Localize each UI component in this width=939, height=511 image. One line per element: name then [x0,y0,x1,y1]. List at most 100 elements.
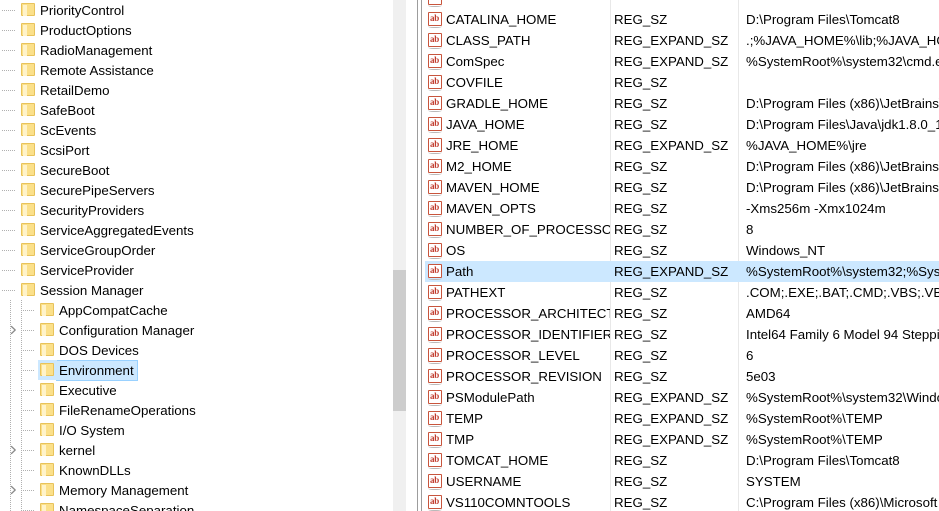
folder-icon [19,220,38,240]
tree-scrollbar-thumb[interactable] [393,270,406,411]
tree-connector-vline-top [21,380,22,390]
tree-item-securepipeservers[interactable]: SecurePipeServers [0,180,393,200]
tree-item-serviceaggregatedevents[interactable]: ServiceAggregatedEvents [0,220,393,240]
tree-connector-vline-top [21,480,22,490]
registry-editor-window: PriorityControl ProductOptions RadioManage… [0,0,939,511]
value-name-cell: TOMCAT_HOME [425,450,610,471]
value-name-cell: MAVEN_HOME [425,177,610,198]
registry-value-row[interactable]: COVFILE REG_SZ [425,72,939,93]
splitter-line-right [421,0,422,511]
tree-item-kernel[interactable]: kernel [0,440,393,460]
value-name-text: USERNAME [446,474,522,489]
tree-item-label: PriorityControl [40,2,125,18]
tree-connector [10,440,38,460]
registry-value-row[interactable]: MAVEN_HOME REG_SZ D:\Program Files (x86)\J… [425,177,939,198]
registry-value-row[interactable]: PATHEXT REG_SZ .COM;.EXE;.BAT;.CMD;.VBS;.V… [425,282,939,303]
tree-connector [0,160,19,180]
tree-item-remote-assistance[interactable]: Remote Assistance [0,60,393,80]
value-name-text: JAVA_HOME [446,117,525,132]
value-type-text: REG_SZ [614,75,668,90]
value-type-cell: REG_SZ [610,159,738,174]
tree-connector-vline-bottom [21,430,22,440]
registry-value-row[interactable]: M2_HOME REG_SZ D:\Program Files (x86)\JetB… [425,156,939,177]
registry-value-row[interactable]: PSModulePath REG_EXPAND_SZ %SystemRoot%\sy… [425,387,939,408]
tree-item-servicegrouporder[interactable]: ServiceGroupOrder [0,240,393,260]
tree-item-appcompatcache[interactable]: AppCompatCache [0,300,393,320]
value-type-cell: REG_SZ [610,348,738,363]
tree-item-filerenameoperations[interactable]: FileRenameOperations [0,400,393,420]
registry-value-row[interactable]: CATALINA_HOME REG_SZ D:\Program Files\Tomc… [425,9,939,30]
registry-value-row[interactable]: MAVEN_OPTS REG_SZ -Xms256m -Xmx1024m [425,198,939,219]
registry-value-row[interactable]: CLASS_PATH REG_EXPAND_SZ .;%JAVA_HOME%\lib… [425,30,939,51]
tree-connector-vline-bottom [21,470,22,480]
registry-value-row[interactable]: PROCESSOR_REVISION REG_SZ 5e03 [425,366,939,387]
value-type-text: REG_SZ [614,369,668,384]
tree-connector [0,220,19,240]
value-type-text: REG_EXPAND_SZ [614,54,729,69]
value-type-text: REG_SZ [614,117,668,132]
registry-value-row[interactable]: JRE_HOME REG_EXPAND_SZ %JAVA_HOME%\jre [425,135,939,156]
registry-value-row[interactable]: USERNAME REG_SZ SYSTEM [425,471,939,492]
tree-item-label: Environment [56,359,138,381]
value-data-text: D:\Program Files\Tomcat8 [746,453,900,468]
tree-item-namespaceseparation[interactable]: NamespaceSeparation [0,500,393,511]
tree-item-retaildemo[interactable]: RetailDemo [0,80,393,100]
tree-item-environment[interactable]: Environment [0,359,393,381]
value-name-cell: PROCESSOR_LEVEL [425,345,610,366]
tree-item-safeboot[interactable]: SafeBoot [0,100,393,120]
chevron-right-icon[interactable] [8,484,19,496]
tree-item-executive[interactable]: Executive [0,380,393,400]
value-data-cell: C:\Program Files (x86)\Microsoft Visual … [738,495,939,510]
registry-key-tree[interactable]: PriorityControl ProductOptions RadioManage… [0,0,393,511]
registry-values-list[interactable]: CATALINA_HOME REG_SZ D:\Program Files\Tomc… [425,0,939,511]
value-type-cell: REG_SZ [610,243,738,258]
chevron-right-icon[interactable] [8,444,19,456]
registry-value-row[interactable]: NUMBER_OF_PROCESSORS REG_SZ 8 [425,219,939,240]
tree-vertical-scrollbar[interactable] [393,0,406,511]
tree-item-label: FileRenameOperations [59,402,196,418]
tree-item-radiomanagement[interactable]: RadioManagement [0,40,393,60]
registry-value-row[interactable]: TMP REG_EXPAND_SZ %SystemRoot%\TEMP [425,429,939,450]
tree-item-memory-management[interactable]: Memory Management [0,480,393,500]
registry-value-row[interactable]: VS110COMNTOOLS REG_SZ C:\Program Files (x8… [425,492,939,511]
tree-item-knowndlls[interactable]: KnownDLLs [0,460,393,480]
value-data-text: D:\Program Files (x86)\JetBrains\Intelli… [746,159,939,174]
tree-item-productoptions[interactable]: ProductOptions [0,20,393,40]
folder-icon [38,440,57,460]
tree-item-serviceprovider[interactable]: ServiceProvider [0,260,393,280]
registry-value-row[interactable]: GRADLE_HOME REG_SZ D:\Program Files (x86)\… [425,93,939,114]
tree-item-session-manager[interactable]: Session Manager [0,280,393,300]
value-name-cell: NUMBER_OF_PROCESSORS [425,219,610,240]
registry-value-row[interactable]: PROCESSOR_ARCHITECTU... REG_SZ AMD64 [425,303,939,324]
tree-connector-dash [2,190,15,191]
chevron-right-icon[interactable] [8,324,19,336]
registry-value-row[interactable]: Path REG_EXPAND_SZ %SystemRoot%\system32;%… [425,261,939,282]
tree-item-i-o-system[interactable]: I/O System [0,420,393,440]
tree-item-prioritycontrol[interactable]: PriorityControl [0,0,393,20]
tree-item-label: kernel [59,442,96,458]
registry-value-row[interactable]: OS REG_SZ Windows_NT [425,240,939,261]
tree-connector [19,460,38,480]
registry-value-row[interactable]: PROCESSOR_IDENTIFIER REG_SZ Intel64 Family… [425,324,939,345]
tree-connector-vline-bottom [21,450,22,460]
tree-connector-vline-top [21,420,22,430]
registry-value-row[interactable]: TOMCAT_HOME REG_SZ D:\Program Files\Tomcat… [425,450,939,471]
string-value-icon [425,450,445,471]
panel-splitter[interactable] [410,0,425,511]
tree-item-configuration-manager[interactable]: Configuration Manager [0,320,393,340]
value-type-text: REG_SZ [614,306,668,321]
tree-item-secureboot[interactable]: SecureBoot [0,160,393,180]
registry-value-row[interactable]: TEMP REG_EXPAND_SZ %SystemRoot%\TEMP [425,408,939,429]
tree-item-scevents[interactable]: ScEvents [0,120,393,140]
value-data-text: 5e03 [746,369,776,384]
registry-value-row[interactable] [425,0,939,9]
registry-value-row[interactable]: JAVA_HOME REG_SZ D:\Program Files\Java\jdk… [425,114,939,135]
value-name-cell [425,0,610,9]
registry-value-row[interactable]: ComSpec REG_EXPAND_SZ %SystemRoot%\system3… [425,51,939,72]
tree-connector [0,140,19,160]
tree-item-scsiport[interactable]: ScsiPort [0,140,393,160]
registry-value-row[interactable]: PROCESSOR_LEVEL REG_SZ 6 [425,345,939,366]
string-value-icon [425,492,445,511]
tree-item-securityproviders[interactable]: SecurityProviders [0,200,393,220]
tree-item-dos-devices[interactable]: DOS Devices [0,340,393,360]
